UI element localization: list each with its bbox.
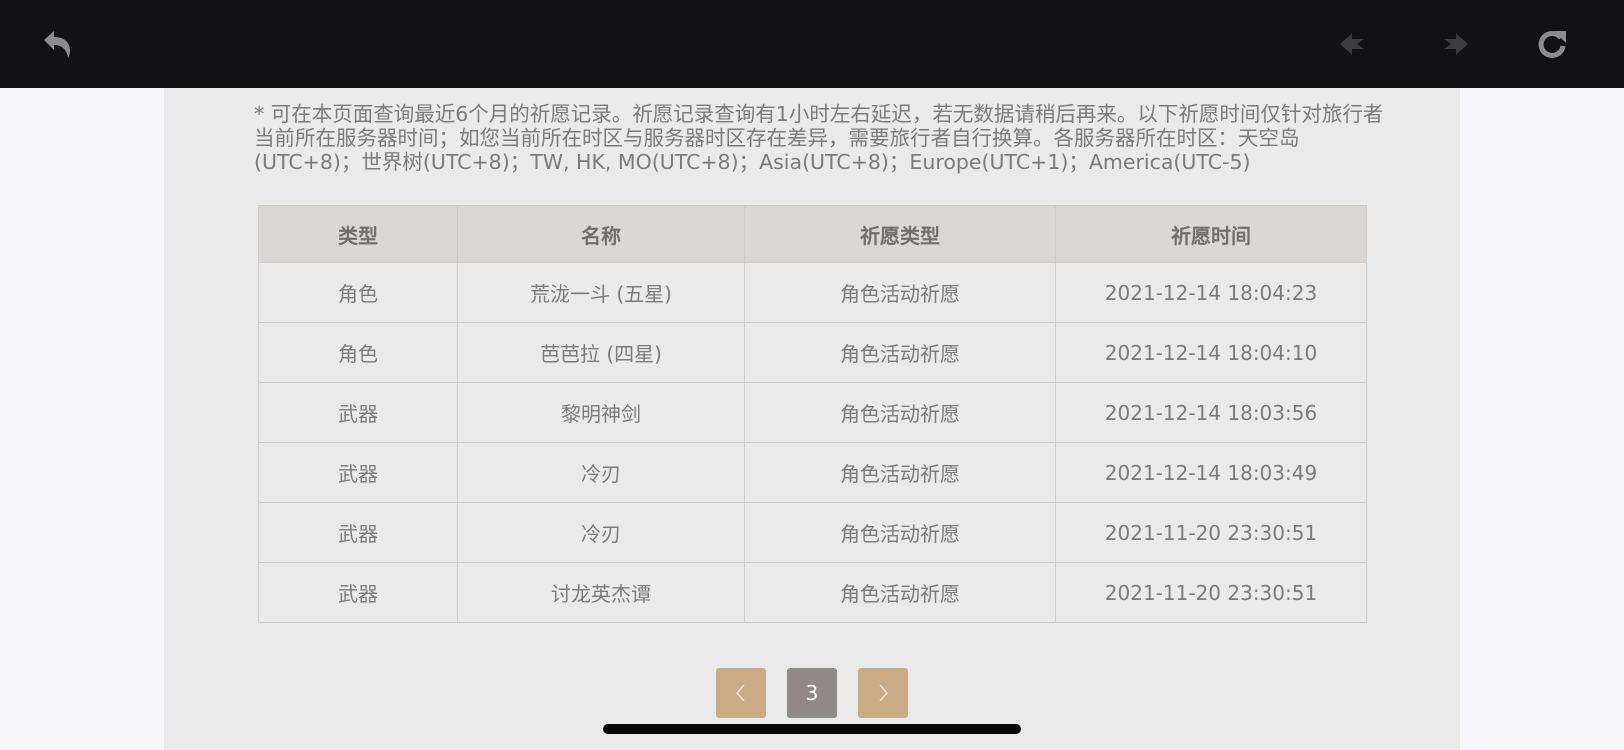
table-row: 角色 荒泷一斗 (五星) 角色活动祈愿 2021-12-14 18:04:23 — [258, 262, 1367, 323]
cell-wish-type: 角色活动祈愿 — [744, 382, 1056, 443]
current-page-number: 3 — [805, 681, 819, 705]
table-row: 武器 冷刃 角色活动祈愿 2021-11-20 23:30:51 — [258, 502, 1367, 563]
cell-type: 武器 — [258, 562, 458, 623]
prev-page-button[interactable] — [716, 668, 766, 718]
cell-time: 2021-12-14 18:04:10 — [1055, 322, 1367, 383]
cell-type: 角色 — [258, 262, 458, 323]
cell-name: 荒泷一斗 (五星) — [457, 262, 745, 323]
header-type: 类型 — [258, 205, 458, 263]
cell-name: 讨龙英杰谭 — [457, 562, 745, 623]
cell-time: 2021-11-20 23:30:51 — [1055, 502, 1367, 563]
cell-time: 2021-12-14 18:03:56 — [1055, 382, 1367, 443]
current-page-indicator[interactable]: 3 — [787, 668, 837, 718]
arrow-left-icon[interactable] — [1332, 22, 1376, 66]
back-arrow-icon[interactable] — [34, 22, 78, 66]
wish-record-table: 类型 名称 祈愿类型 祈愿时间 角色 荒泷一斗 (五星) 角色活动祈愿 2021… — [258, 205, 1367, 623]
cell-time: 2021-12-14 18:03:49 — [1055, 442, 1367, 503]
header-wish-type: 祈愿类型 — [744, 205, 1056, 263]
cell-name: 芭芭拉 (四星) — [457, 322, 745, 383]
header-name: 名称 — [457, 205, 745, 263]
cell-wish-type: 角色活动祈愿 — [744, 562, 1056, 623]
cell-name: 冷刃 — [457, 442, 745, 503]
cell-type: 武器 — [258, 382, 458, 443]
cell-name: 黎明神剑 — [457, 382, 745, 443]
cell-type: 武器 — [258, 502, 458, 563]
header-wish-time: 祈愿时间 — [1055, 205, 1367, 263]
table-row: 武器 黎明神剑 角色活动祈愿 2021-12-14 18:03:56 — [258, 382, 1367, 443]
notice-text: * 可在本页面查询最近6个月的祈愿记录。祈愿记录查询有1小时左右延迟，若无数据请… — [254, 102, 1384, 174]
cell-wish-type: 角色活动祈愿 — [744, 262, 1056, 323]
next-page-button[interactable] — [858, 668, 908, 718]
cell-time: 2021-11-20 23:30:51 — [1055, 562, 1367, 623]
cell-type: 角色 — [258, 322, 458, 383]
table-row: 武器 冷刃 角色活动祈愿 2021-12-14 18:03:49 — [258, 442, 1367, 503]
chevron-right-icon — [879, 684, 889, 702]
table-row: 武器 讨龙英杰谭 角色活动祈愿 2021-11-20 23:30:51 — [258, 562, 1367, 623]
cell-wish-type: 角色活动祈愿 — [744, 322, 1056, 383]
table-row: 角色 芭芭拉 (四星) 角色活动祈愿 2021-12-14 18:04:10 — [258, 322, 1367, 383]
cell-wish-type: 角色活动祈愿 — [744, 502, 1056, 563]
arrow-right-icon[interactable] — [1432, 22, 1476, 66]
reload-icon[interactable] — [1530, 22, 1574, 66]
wish-history-panel: * 可在本页面查询最近6个月的祈愿记录。祈愿记录查询有1小时左右延迟，若无数据请… — [164, 88, 1460, 750]
home-indicator-bar[interactable] — [603, 724, 1021, 734]
cell-time: 2021-12-14 18:04:23 — [1055, 262, 1367, 323]
cell-wish-type: 角色活动祈愿 — [744, 442, 1056, 503]
table-header-row: 类型 名称 祈愿类型 祈愿时间 — [258, 205, 1367, 263]
browser-toolbar — [0, 0, 1624, 88]
cell-type: 武器 — [258, 442, 458, 503]
cell-name: 冷刃 — [457, 502, 745, 563]
chevron-left-icon — [735, 684, 745, 702]
